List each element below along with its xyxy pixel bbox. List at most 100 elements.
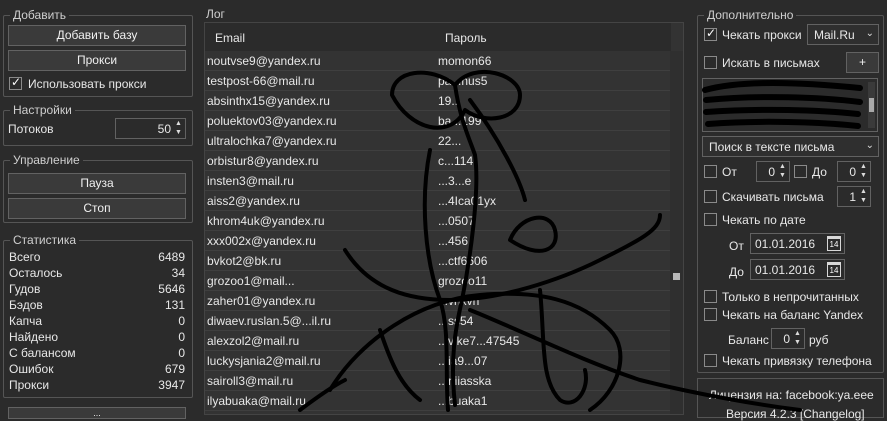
log-email: bvkot2@bk.ru	[207, 254, 282, 268]
log-email: aiss2@yandex.ru	[207, 194, 300, 208]
log-password: ...niiasska	[438, 374, 492, 388]
log-row[interactable]: grozoo1@mail... grozoo11	[205, 271, 671, 291]
log-email: poluektov03@yandex.ru	[207, 114, 337, 128]
calendar-icon[interactable]: 14	[827, 236, 841, 251]
log-scrollbar[interactable]	[670, 51, 683, 414]
log-row[interactable]: zaher01@yandex.ru ...vnxvn	[205, 291, 671, 311]
license-text: Лицензия на: facebook:ya.eee	[709, 388, 874, 402]
log-row[interactable]: noutvse9@yandex.ru momon66	[205, 51, 671, 71]
log-email: grozoo1@mail...	[207, 274, 295, 288]
spin-up-icon[interactable]: ▲	[174, 120, 183, 128]
log-password: ...456	[438, 234, 469, 248]
stats-row-remaining: Осталось 34	[9, 266, 185, 280]
log-email: alexzol2@mail.ru	[207, 334, 300, 348]
use-proxy-checkbox[interactable]	[9, 75, 22, 90]
log-row[interactable]: bvkot2@bk.ru ...ctf6606	[205, 251, 671, 271]
download-checkbox[interactable]	[704, 190, 717, 203]
log-scroll-thumb[interactable]	[673, 273, 680, 280]
log-row[interactable]: sairoll3@mail.ru ...niiasska	[205, 371, 671, 391]
log-row[interactable]: orbistur8@yandex.ru c...114	[205, 151, 671, 171]
col-password-header[interactable]: Пароль	[445, 31, 487, 45]
spin-down-icon[interactable]: ▼	[174, 129, 183, 137]
check-proxy-label: Чекать прокси	[722, 28, 802, 42]
log-row[interactable]: absinthx15@yandex.ru 19...	[205, 91, 671, 111]
log-row[interactable]: testpost-66@mail.ru pa...nus5	[205, 71, 671, 91]
version-text[interactable]: Версия 4.2.3 [Changelog]	[726, 407, 865, 421]
add-keyword-button[interactable]: +	[846, 52, 879, 73]
check-phone-checkbox[interactable]	[704, 354, 717, 367]
log-email: diwaev.ruslan.5@...il.ru	[207, 314, 332, 328]
settings-group-title: Настройки	[10, 103, 75, 117]
search-mode-select[interactable]: Поиск в тексте письма ⌄	[702, 136, 879, 157]
threads-label: Потоков	[8, 122, 54, 136]
threads-spinbox[interactable]: 50 ▲ ▼	[115, 118, 186, 139]
log-email: ilyabuaka@mail.ru	[207, 394, 306, 408]
date-from-picker[interactable]: 01.01.2016 14	[750, 233, 845, 254]
log-row[interactable]: diwaev.ruslan.5@...il.ru ...ss54	[205, 311, 671, 331]
add-base-button[interactable]: Добавить базу	[8, 25, 186, 46]
balance-unit: руб	[809, 333, 829, 347]
log-row[interactable]: alexzol2@mail.ru ...vike7...47545	[205, 331, 671, 351]
stop-button[interactable]: Стоп	[8, 198, 186, 219]
log-header: Email Пароль	[205, 23, 671, 51]
log-password: ...3...e	[438, 174, 472, 188]
stats-row-errors: Ошибок 679	[9, 362, 185, 376]
spin-down-icon[interactable]: ▼	[778, 172, 787, 180]
log-row[interactable]: insten3@mail.ru ...3...e	[205, 171, 671, 191]
download-spinbox[interactable]: 1 ▲ ▼	[837, 186, 871, 207]
to-label: До	[812, 165, 827, 179]
check-balance-checkbox[interactable]	[704, 308, 717, 321]
log-table[interactable]: Email Пароль noutvse9@yandex.ru momon66 te…	[204, 22, 684, 415]
log-row[interactable]: luckysjania2@mail.ru ...ia9...07	[205, 351, 671, 371]
search-mode-value: Поиск в тексте письма	[709, 140, 835, 154]
check-proxy-checkbox[interactable]	[704, 26, 717, 41]
spin-up-icon[interactable]: ▲	[859, 163, 868, 171]
log-password: grozoo11	[438, 274, 488, 288]
from-spinbox[interactable]: 0 ▲ ▼	[756, 161, 790, 182]
log-email: absinthx15@yandex.ru	[207, 94, 330, 108]
log-password: 22...	[438, 134, 462, 148]
log-row[interactable]: aiss2@yandex.ru ...4Ica01yx	[205, 191, 671, 211]
to-checkbox[interactable]	[794, 165, 807, 178]
log-password: pa...nus5	[438, 74, 488, 88]
to-spinbox[interactable]: 0 ▲ ▼	[837, 161, 871, 182]
stats-row-found: Найдено 0	[9, 330, 185, 344]
balance-spinbox[interactable]: 0 ▲ ▼	[771, 328, 805, 349]
spin-down-icon[interactable]: ▼	[793, 339, 802, 347]
spin-up-icon[interactable]: ▲	[793, 330, 802, 338]
log-row[interactable]: poluektov03@yandex.ru ba...199	[205, 111, 671, 131]
calendar-icon[interactable]: 14	[827, 262, 841, 277]
from-label: От	[722, 165, 737, 179]
keywords-list[interactable]	[702, 78, 878, 132]
control-group-title: Управление	[10, 153, 83, 167]
search-mails-checkbox[interactable]	[704, 56, 717, 69]
col-email-header[interactable]: Email	[215, 31, 245, 45]
spin-down-icon[interactable]: ▼	[859, 172, 868, 180]
unread-only-checkbox[interactable]	[704, 290, 717, 303]
spin-up-icon[interactable]: ▲	[859, 188, 868, 196]
stats-row-goods: Гудов 5646	[9, 282, 185, 296]
spin-down-icon[interactable]: ▼	[859, 197, 868, 205]
pause-button[interactable]: Пауза	[8, 173, 186, 194]
bottom-button[interactable]: ...	[8, 407, 186, 419]
spin-up-icon[interactable]: ▲	[778, 163, 787, 171]
proxy-button[interactable]: Прокси	[8, 50, 186, 71]
chevron-down-icon: ⌄	[865, 140, 874, 151]
date-to-picker[interactable]: 01.01.2016 14	[750, 259, 845, 280]
log-email: khrom4uk@yandex.ru	[207, 214, 325, 228]
download-label: Скачивать письма	[722, 190, 824, 204]
chevron-down-icon: ⌄	[865, 28, 874, 39]
check-by-date-checkbox[interactable]	[704, 213, 717, 226]
keywords-scrollbar[interactable]	[868, 82, 875, 128]
log-title: Лог	[206, 7, 225, 21]
log-password: momon66	[438, 54, 492, 68]
search-mails-label: Искать в письмах	[722, 56, 820, 70]
from-checkbox[interactable]	[704, 165, 717, 178]
log-password: ...vnxvn	[438, 294, 480, 308]
log-row[interactable]: khrom4uk@yandex.ru ...0507	[205, 211, 671, 231]
log-row[interactable]: xxx002x@yandex.ru ...456	[205, 231, 671, 251]
log-row[interactable]: ultralochka7@yandex.ru 22...	[205, 131, 671, 151]
provider-select[interactable]: Mail.Ru ⌄	[807, 24, 879, 45]
log-row[interactable]: ilyabuaka@mail.ru ...buaka1	[205, 391, 671, 411]
log-password: 19...	[438, 94, 462, 108]
